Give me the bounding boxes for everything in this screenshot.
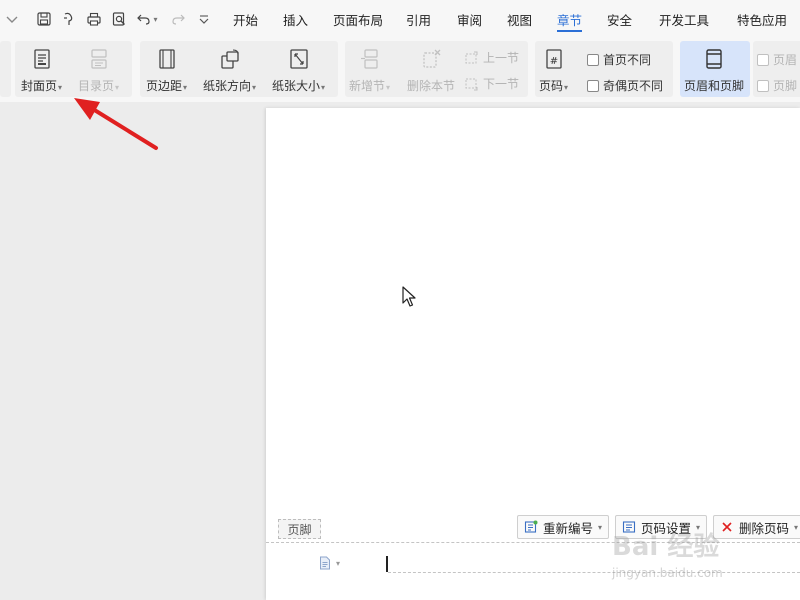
save-icon[interactable] bbox=[34, 9, 54, 29]
new-section-icon bbox=[356, 45, 384, 73]
redo-icon[interactable] bbox=[168, 9, 188, 29]
print-icon[interactable] bbox=[84, 9, 104, 29]
header-footer-button[interactable]: 页眉和页脚 bbox=[684, 45, 744, 94]
header-option-label: 页眉 bbox=[773, 53, 798, 67]
chevron-down-icon: ▾ bbox=[58, 83, 63, 92]
chevron-down-icon: ▾ bbox=[115, 83, 120, 92]
chevron-down-icon: ▾ bbox=[794, 522, 799, 532]
tab-insert[interactable]: 插入 bbox=[283, 10, 308, 29]
top-bar: ▾ 开始 插入 页面布局 引用 审阅 视图 章节 安全 开发工具 特色应用 bbox=[0, 0, 800, 38]
new-section-label: 新增节 bbox=[349, 79, 386, 93]
chevron-down-icon: ▾ bbox=[183, 83, 188, 92]
delete-page-number-label: 删除页码 bbox=[739, 520, 790, 536]
delete-section-button[interactable]: 删除本节 bbox=[407, 45, 455, 94]
orientation-label: 纸张方向 bbox=[203, 79, 252, 93]
close-icon bbox=[722, 522, 732, 532]
undo-icon[interactable]: ▾ bbox=[134, 9, 160, 29]
prev-section-button[interactable]: 上一节 bbox=[465, 49, 519, 66]
renumber-label: 重新编号 bbox=[543, 520, 594, 536]
delete-section-icon bbox=[417, 45, 445, 73]
toc-page-label: 目录页 bbox=[78, 79, 115, 93]
prev-section-label: 上一节 bbox=[483, 51, 520, 65]
tab-view[interactable]: 视图 bbox=[507, 10, 532, 29]
active-tab-indicator bbox=[557, 30, 582, 32]
export-icon[interactable] bbox=[59, 9, 79, 29]
next-section-button[interactable]: 下一节 bbox=[465, 75, 519, 92]
tab-special-apps[interactable]: 特色应用 bbox=[737, 10, 787, 29]
tab-security[interactable]: 安全 bbox=[607, 10, 632, 29]
footer-divider-lower bbox=[388, 572, 800, 573]
text-cursor bbox=[386, 556, 388, 572]
footer-divider bbox=[266, 542, 800, 543]
toc-page-icon bbox=[85, 45, 113, 73]
margins-icon bbox=[153, 45, 181, 73]
chevron-down-icon: ▾ bbox=[598, 522, 603, 532]
odd-even-different-checkbox[interactable]: 奇偶页不同 bbox=[587, 77, 663, 94]
page-number-label: 页码 bbox=[539, 79, 564, 93]
print-preview-icon[interactable] bbox=[109, 9, 129, 29]
renumber-button[interactable]: 重新编号 ▾ bbox=[517, 515, 610, 539]
footer-tag: 页脚 bbox=[278, 519, 321, 539]
mouse-pointer-icon bbox=[402, 286, 416, 307]
chevron-down-icon[interactable] bbox=[2, 9, 22, 29]
odd-even-different-label: 奇偶页不同 bbox=[603, 79, 664, 93]
footer-option-label: 页脚 bbox=[773, 79, 798, 93]
annotation-arrow-icon bbox=[74, 98, 158, 150]
page-number-icon: # bbox=[540, 45, 568, 73]
navigation-pane bbox=[0, 102, 266, 600]
tab-page-layout[interactable]: 页面布局 bbox=[333, 10, 383, 29]
renumber-icon bbox=[524, 520, 538, 533]
margins-button[interactable]: 页边距▾ bbox=[146, 45, 187, 94]
ribbon-group-pages: 封面页▾ 目录页▾ bbox=[15, 41, 132, 97]
document-icon bbox=[320, 556, 330, 570]
next-section-icon bbox=[465, 78, 478, 90]
chevron-down-icon: ▾ bbox=[321, 83, 326, 92]
ribbon-group-page-number: # 页码▾ 首页不同 奇偶页不同 bbox=[535, 41, 673, 97]
cover-page-button[interactable]: 封面页▾ bbox=[21, 45, 62, 94]
tab-review[interactable]: 审阅 bbox=[457, 10, 482, 29]
ribbon-group-edge bbox=[0, 41, 11, 97]
ribbon-group-header-footer-options: 页眉 页脚 bbox=[753, 41, 800, 97]
chevron-down-icon: ▾ bbox=[564, 83, 569, 92]
ribbon-group-page-setup: 页边距▾ 纸张方向▾ 纸张大小▾ bbox=[140, 41, 338, 97]
tab-home[interactable]: 开始 bbox=[233, 10, 258, 29]
chevron-down-icon: ▾ bbox=[386, 83, 391, 92]
cover-page-icon bbox=[28, 45, 56, 73]
header-footer-icon bbox=[700, 45, 728, 73]
first-page-different-label: 首页不同 bbox=[603, 53, 652, 67]
delete-section-label: 删除本节 bbox=[407, 79, 456, 93]
header-footer-label: 页眉和页脚 bbox=[684, 79, 745, 93]
watermark-url: jingyan.baidu.com bbox=[612, 566, 723, 580]
footer-option-checkbox[interactable]: 页脚 bbox=[757, 77, 797, 94]
cover-page-label: 封面页 bbox=[21, 79, 58, 93]
chevron-down-icon: ▾ bbox=[252, 83, 257, 92]
next-section-label: 下一节 bbox=[483, 77, 520, 91]
first-page-different-checkbox[interactable]: 首页不同 bbox=[587, 51, 651, 68]
orientation-button[interactable]: 纸张方向▾ bbox=[203, 45, 256, 94]
header-option-checkbox[interactable]: 页眉 bbox=[757, 51, 797, 68]
toc-page-button[interactable]: 目录页▾ bbox=[78, 45, 119, 94]
ribbon-group-sections: 新增节▾ 删除本节 上一节 下一节 bbox=[345, 41, 528, 97]
ribbon-group-header-footer: 页眉和页脚 bbox=[680, 41, 750, 97]
orientation-icon bbox=[216, 45, 244, 73]
tab-developer[interactable]: 开发工具 bbox=[659, 10, 709, 29]
paper-size-button[interactable]: 纸张大小▾ bbox=[272, 45, 325, 94]
tab-section[interactable]: 章节 bbox=[557, 10, 582, 29]
new-section-button[interactable]: 新增节▾ bbox=[349, 45, 390, 94]
watermark-logo: Bai 经验 bbox=[612, 532, 720, 562]
delete-page-number-button[interactable]: 删除页码 ▾ bbox=[713, 515, 800, 539]
paper-size-label: 纸张大小 bbox=[272, 79, 321, 93]
page-number-button[interactable]: # 页码▾ bbox=[539, 45, 568, 94]
svg-text:#: # bbox=[549, 56, 557, 67]
prev-section-icon bbox=[465, 51, 478, 63]
paper-size-icon bbox=[285, 45, 313, 73]
tab-references[interactable]: 引用 bbox=[406, 10, 431, 29]
paste-options-button[interactable]: ▾ bbox=[318, 556, 340, 570]
customize-toolbar-icon[interactable] bbox=[194, 9, 214, 29]
chevron-down-icon: ▾ bbox=[336, 558, 341, 568]
margins-label: 页边距 bbox=[146, 79, 183, 93]
